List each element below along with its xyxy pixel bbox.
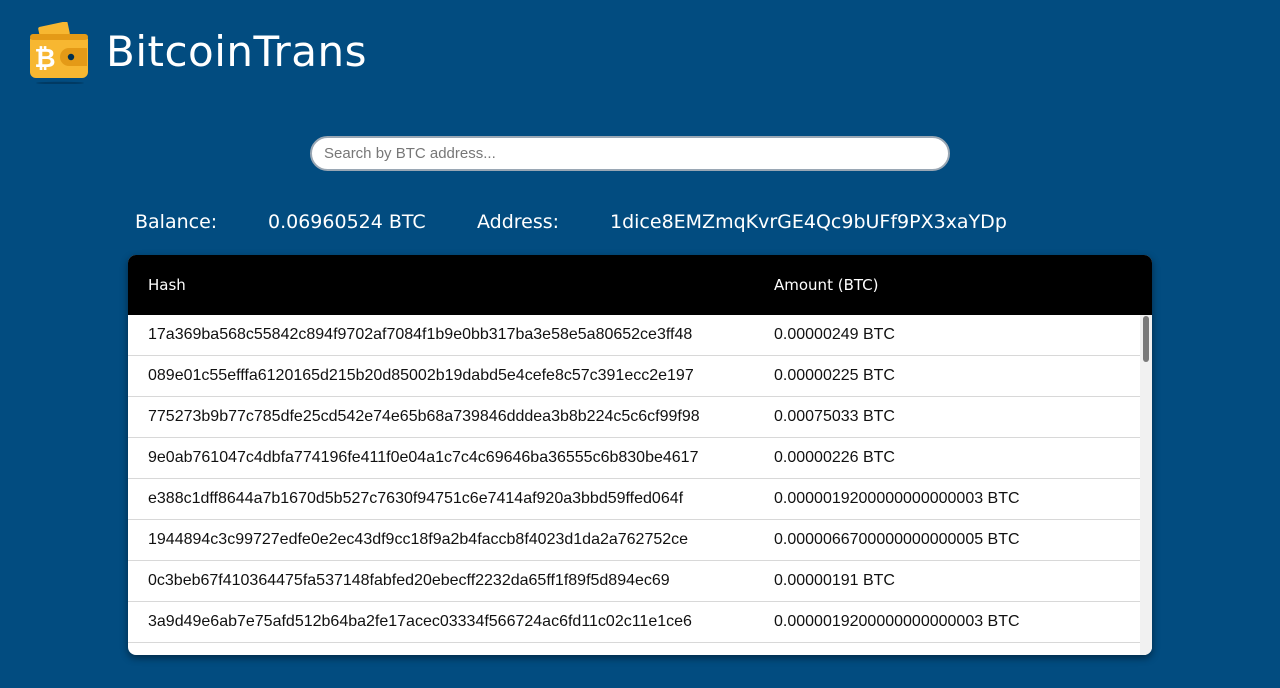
- balance-label: Balance:: [135, 211, 218, 233]
- transaction-hash: 17a369ba568c55842c894f9702af7084f1b9e0bb…: [148, 326, 693, 343]
- transaction-amount: 0.0000066700000000000005 BTC: [774, 531, 1020, 548]
- svg-text:₿: ₿: [34, 44, 55, 74]
- transaction-hash: 3a9d49e6ab7e75afd512b64ba2fe17acec03334f…: [148, 613, 692, 630]
- btc-address-search-input[interactable]: [310, 136, 950, 171]
- transaction-hash: 9e0ab761047c4dbfa774196fe411f0e04a1c7c4c…: [148, 449, 699, 466]
- transaction-amount: 0.00000191 BTC: [774, 572, 895, 589]
- table-scrollbar[interactable]: [1140, 315, 1152, 655]
- address-value: 1dice8EMZmqKvrGE4Qc9bUFf9PX3xaYDp: [610, 211, 1007, 233]
- table-body[interactable]: 17a369ba568c55842c894f9702af7084f1b9e0bb…: [128, 315, 1140, 655]
- transaction-amount: 0.00000249 BTC: [774, 326, 895, 343]
- balance-value: 0.06960524 BTC: [268, 211, 426, 233]
- transaction-amount: 0.00075033 BTC: [774, 408, 895, 425]
- bitcoin-wallet-icon: ₿: [29, 21, 91, 89]
- column-header-hash[interactable]: Hash: [148, 276, 186, 294]
- address-label: Address:: [477, 211, 560, 233]
- page: ₿ BitcoinTrans Balance: 0.06960524 BTC A…: [0, 0, 1280, 688]
- transaction-hash: 089e01c55efffa6120165d215b20d85002b19dab…: [148, 367, 694, 384]
- transaction-amount: 0.0000019200000000000003 BTC: [774, 490, 1020, 507]
- column-header-amount[interactable]: Amount (BTC): [774, 276, 878, 294]
- table-header: Hash Amount (BTC): [128, 255, 1152, 315]
- app-title: BitcoinTrans: [106, 27, 368, 76]
- transaction-hash: 0c3beb67f410364475fa537148fabfed20ebecff…: [148, 572, 670, 589]
- transaction-hash: 1944894c3c99727edfe0e2ec43df9cc18f9a2b4f…: [148, 531, 689, 548]
- table-row[interactable]: 0c3beb67f410364475fa537148fabfed20ebecff…: [128, 561, 1140, 602]
- table-row[interactable]: 089e01c55efffa6120165d215b20d85002b19dab…: [128, 356, 1140, 397]
- table-row[interactable]: e388c1dff8644a7b1670d5b527c7630f94751c6e…: [128, 479, 1140, 520]
- app-logo[interactable]: ₿ BitcoinTrans: [29, 21, 368, 89]
- transactions-table: Hash Amount (BTC) 17a369ba568c55842c894f…: [128, 255, 1152, 655]
- transaction-hash: e388c1dff8644a7b1670d5b527c7630f94751c6e…: [148, 490, 684, 507]
- table-row[interactable]: 9e0ab761047c4dbfa774196fe411f0e04a1c7c4c…: [128, 438, 1140, 479]
- table-row[interactable]: 17a369ba568c55842c894f9702af7084f1b9e0bb…: [128, 315, 1140, 356]
- transaction-amount: 0.0000019200000000000003 BTC: [774, 613, 1020, 630]
- table-row[interactable]: 775273b9b77c785dfe25cd542e74e65b68a73984…: [128, 397, 1140, 438]
- table-row[interactable]: 3a9d49e6ab7e75afd512b64ba2fe17acec03334f…: [128, 602, 1140, 643]
- scrollbar-thumb[interactable]: [1143, 316, 1149, 362]
- transaction-hash: 775273b9b77c785dfe25cd542e74e65b68a73984…: [148, 408, 700, 425]
- transaction-amount: 0.00000226 BTC: [774, 449, 895, 466]
- table-row[interactable]: 1944894c3c99727edfe0e2ec43df9cc18f9a2b4f…: [128, 520, 1140, 561]
- table-row[interactable]: [128, 643, 1140, 655]
- transaction-amount: 0.00000225 BTC: [774, 367, 895, 384]
